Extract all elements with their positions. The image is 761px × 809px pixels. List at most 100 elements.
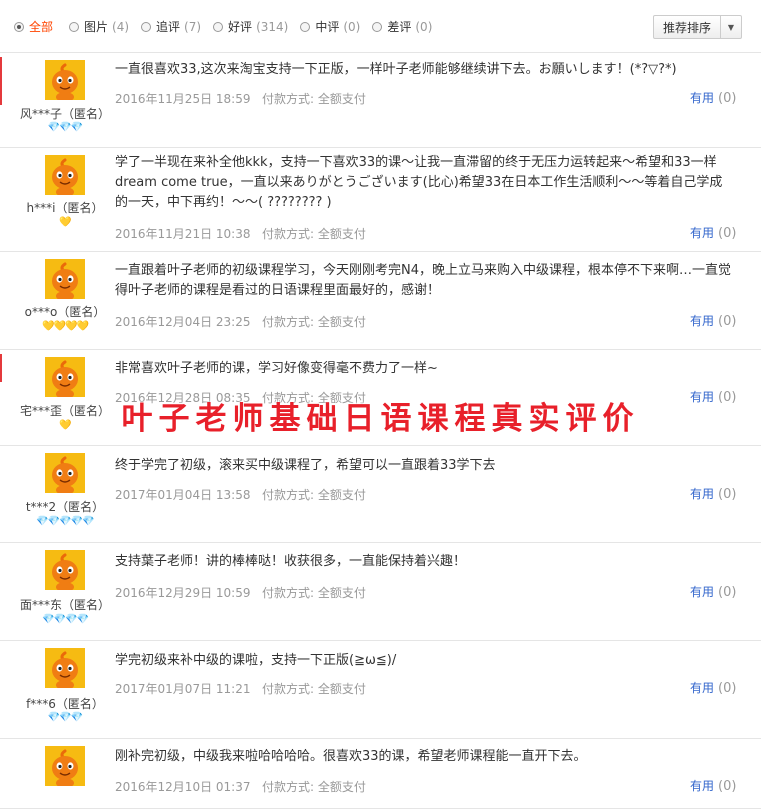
payment-method: 付款方式: 全额支付 [262, 780, 366, 794]
filter-label: 追评 [156, 20, 181, 34]
radio-icon[interactable] [372, 21, 383, 32]
review-text: 一直跟着叶子老师的初级课程学习，今天刚刚考完N4，晚上立马来购入中级课程，根本停… [115, 263, 731, 298]
avatar-mascot-icon [45, 357, 85, 397]
filter-count: (0) [415, 19, 433, 34]
avatar[interactable] [45, 357, 85, 397]
filter-count: (314) [256, 19, 289, 34]
avatar[interactable] [45, 550, 85, 590]
radio-icon[interactable] [300, 21, 311, 32]
review-item: t***2（匿名） 💎💎💎💎💎 终于学完了初级，滚来买中级课程了，希望可以一直跟着3… [0, 445, 761, 543]
helpful-button[interactable]: 有用 (0) [690, 583, 736, 600]
avatar[interactable] [45, 60, 85, 100]
radio-icon[interactable] [141, 21, 152, 32]
avatar-mascot-icon [45, 259, 85, 299]
avatar-mascot-icon [45, 550, 85, 590]
helpful-button[interactable]: 有用 (0) [690, 224, 736, 241]
avatar[interactable] [45, 648, 85, 688]
filter-followup[interactable]: 追评 (7) [141, 18, 201, 35]
payment-method: 付款方式: 全额支付 [262, 682, 366, 696]
helpful-button[interactable]: 有用 (0) [690, 89, 736, 106]
review-text: 一直很喜欢33,这次来淘宝支持一下正版，一样叶子老师能够继续讲下去。お願いします… [115, 62, 677, 77]
review-date: 2017年01月07日 11:21 [115, 682, 251, 696]
payment-method: 付款方式: 全额支付 [262, 92, 366, 106]
filter-label: 中评 [315, 20, 340, 34]
reviewer-level-badges: 💎💎💎 [47, 122, 83, 133]
reviewer-name: o***o（匿名） [24, 305, 106, 319]
radio-icon[interactable] [213, 21, 224, 32]
filter-label: 差评 [387, 20, 412, 34]
avatar-mascot-icon [45, 60, 85, 100]
payment-method: 付款方式: 全额支付 [262, 315, 366, 329]
watermark-title: 叶子老师基础日语课程真实评价 [121, 401, 640, 437]
filter-bar: 全部 图片 (4) 追评 (7) 好评 (314) 中评 (0) 差评 (0) 推荐排序 … [0, 0, 761, 53]
sort-label: 推荐排序 [662, 20, 711, 35]
avatar[interactable] [45, 746, 85, 786]
reviewer-name: f***6（匿名） [26, 697, 104, 711]
review-item: 面***东（匿名） 💎💎💎💎 支持葉子老师！讲的棒棒哒！收获很多，一直能保持着兴趣！… [0, 542, 761, 641]
payment-method: 付款方式: 全额支付 [262, 586, 366, 600]
filter-neutral[interactable]: 中评 (0) [300, 18, 360, 35]
helpful-button[interactable]: 有用 (0) [690, 777, 736, 794]
filter-negative[interactable]: 差评 (0) [372, 18, 432, 35]
reviewer-level-badges: 💎💎💎💎💎 [36, 516, 94, 527]
row-marker [0, 57, 2, 105]
helpful-button[interactable]: 有用 (0) [690, 312, 736, 329]
helpful-label: 有用 [690, 487, 715, 501]
helpful-button[interactable]: 有用 (0) [690, 679, 736, 696]
avatar[interactable] [45, 453, 85, 493]
helpful-label: 有用 [690, 91, 715, 105]
helpful-label: 有用 [690, 226, 715, 240]
payment-method: 付款方式: 全额支付 [262, 227, 366, 241]
filter-count: (7) [184, 19, 202, 34]
helpful-label: 有用 [690, 779, 715, 793]
review-date: 2016年12月10日 01:37 [115, 780, 251, 794]
review-date: 2016年11月21日 10:38 [115, 227, 251, 241]
review-item: h***i（匿名） 💛 学了一半现在来补全他kkk，支持一下喜欢33的课～让我一直滞… [0, 147, 761, 252]
reviewer-name: t***2（匿名） [25, 500, 105, 514]
review-date: 2016年12月29日 10:59 [115, 586, 251, 600]
review-text: 学了一半现在来补全他kkk，支持一下喜欢33的课～让我一直滞留的终于无压力运转起… [115, 155, 723, 210]
avatar[interactable] [45, 155, 85, 195]
review-item: 风***子（匿名） 💎💎💎 一直很喜欢33,这次来淘宝支持一下正版，一样叶子老师能够… [0, 52, 761, 148]
payment-method: 付款方式: 全额支付 [262, 488, 366, 502]
reviewer-level-badges: 💎💎💎💎 [42, 614, 89, 625]
helpful-count: (0) [718, 681, 737, 696]
helpful-count: (0) [718, 314, 737, 329]
radio-icon[interactable] [69, 21, 80, 32]
review-date: 2017年01月04日 13:58 [115, 488, 251, 502]
filter-images[interactable]: 图片 (4) [69, 18, 129, 35]
helpful-count: (0) [718, 585, 737, 600]
filter-count: (0) [343, 19, 361, 34]
reviewer-level-badges: 💛💛💛💛 [42, 321, 89, 332]
reviewer-level-badges: 💎💎💎 [47, 712, 83, 723]
filter-positive[interactable]: 好评 (314) [213, 18, 288, 35]
review-date: 2016年12月04日 23:25 [115, 315, 251, 329]
helpful-label: 有用 [690, 585, 715, 599]
reviewer-name: 风***子（匿名） [19, 107, 110, 121]
radio-icon[interactable] [14, 21, 24, 32]
avatar-mascot-icon [45, 746, 85, 786]
avatar-mascot-icon [45, 648, 85, 688]
helpful-count: (0) [718, 91, 737, 106]
chevron-down-icon[interactable]: ▼ [720, 16, 741, 38]
filter-label: 全部 [29, 20, 54, 34]
helpful-label: 有用 [690, 681, 715, 695]
filter-label: 好评 [228, 20, 253, 34]
filter-label: 图片 [84, 20, 109, 34]
row-marker [0, 354, 2, 382]
reviewer-level-badges: 💛 [59, 217, 71, 228]
filter-all[interactable]: 全部 [14, 18, 57, 35]
review-text: 非常喜欢叶子老师的课，学习好像变得毫不费力了一样~ [115, 361, 438, 376]
review-item: f***6（匿名） 💎💎💎 学完初级来补中级的课啦，支持一下正版(≧ω≦)/ 2017… [0, 640, 761, 739]
reviewer-name: 面***东（匿名） [19, 598, 110, 612]
review-text: 刚补完初级，中级我来啦哈哈哈哈。很喜欢33的课，希望老师课程能一直开下去。 [115, 749, 587, 764]
helpful-label: 有用 [690, 314, 715, 328]
review-item: 刚补完初级，中级我来啦哈哈哈哈。很喜欢33的课，希望老师课程能一直开下去。 201… [0, 738, 761, 809]
helpful-button[interactable]: 有用 (0) [690, 485, 736, 502]
review-item: o***o（匿名） 💛💛💛💛 一直跟着叶子老师的初级课程学习，今天刚刚考完N4，晚上… [0, 251, 761, 350]
review-text: 学完初级来补中级的课啦，支持一下正版(≧ω≦)/ [115, 653, 397, 668]
review-text: 支持葉子老师！讲的棒棒哒！收获很多，一直能保持着兴趣！ [115, 554, 467, 569]
filter-count: (4) [112, 19, 130, 34]
sort-dropdown[interactable]: 推荐排序 ▼ [653, 15, 742, 39]
avatar[interactable] [45, 259, 85, 299]
